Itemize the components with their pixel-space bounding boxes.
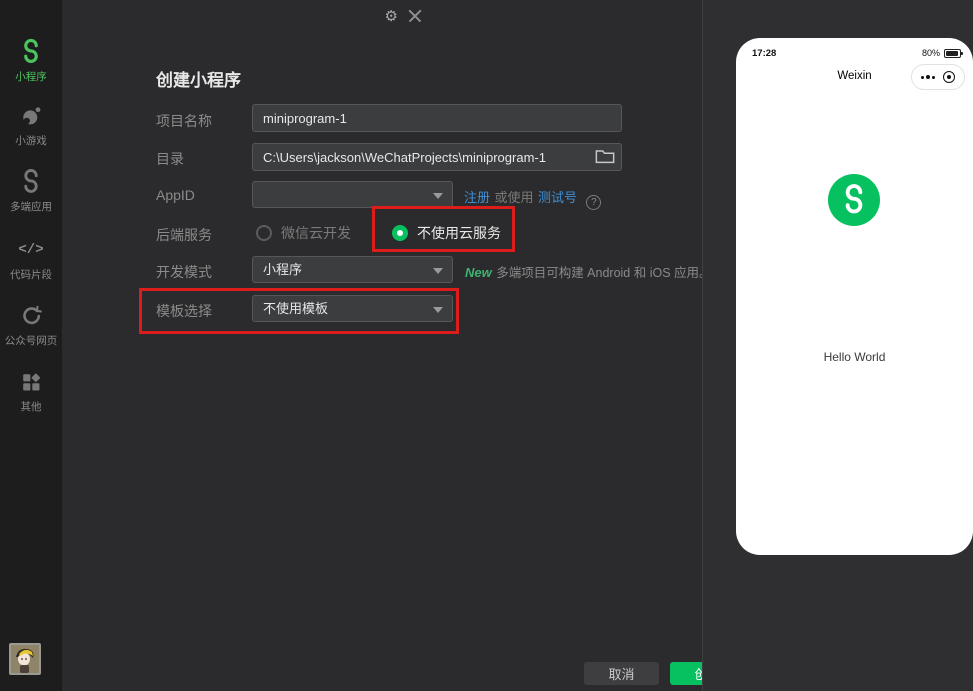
appid-label: AppID xyxy=(156,187,195,203)
radio-cloud-dev-label[interactable]: 微信云开发 xyxy=(281,225,351,241)
dev-mode-value: 小程序 xyxy=(263,262,303,277)
test-account-link[interactable]: 测试号 xyxy=(538,190,577,205)
simulator-panel: 17:28 80% Weixin Hello World xyxy=(702,0,973,691)
directory-label: 目录 xyxy=(156,151,184,167)
new-badge: New xyxy=(465,265,492,280)
miniprogram-icon xyxy=(0,38,62,66)
sidebar-item-label: 代码片段 xyxy=(10,269,52,281)
project-name-label: 项目名称 xyxy=(156,113,212,129)
home-circle-icon[interactable] xyxy=(943,71,956,83)
sidebar-item-label: 公众号网页 xyxy=(4,335,58,347)
more-menu-icon[interactable] xyxy=(920,75,935,79)
sidebar-item-official-account[interactable]: 公众号网页 xyxy=(0,302,62,348)
close-icon[interactable] xyxy=(406,7,424,25)
template-label: 模板选择 xyxy=(156,303,212,319)
sidebar-item-label: 小游戏 xyxy=(15,135,47,147)
official-account-icon xyxy=(0,302,62,330)
minigame-icon xyxy=(0,102,62,130)
status-time: 17:28 xyxy=(752,47,777,59)
template-dropdown[interactable]: 不使用模板 xyxy=(252,295,453,322)
sidebar-item-others[interactable]: 其他 xyxy=(0,368,62,414)
sidebar-item-multiplatform[interactable]: 多端应用 xyxy=(0,168,62,214)
dialog-title: 创建小程序 xyxy=(156,71,241,90)
battery-icon xyxy=(944,48,963,58)
dev-mode-dropdown[interactable]: 小程序 xyxy=(252,256,453,283)
template-value: 不使用模板 xyxy=(263,301,329,316)
radio-no-cloud[interactable] xyxy=(392,225,408,241)
or-use-text: 或使用 xyxy=(494,190,534,205)
phone-status-bar: 17:28 80% xyxy=(736,38,973,60)
others-grid-icon xyxy=(0,368,62,396)
battery-percent: 80% xyxy=(921,48,940,58)
chevron-down-icon xyxy=(433,193,443,199)
help-icon[interactable]: ? xyxy=(586,195,602,210)
capsule-menu[interactable] xyxy=(911,64,965,90)
phone-nav-bar: Weixin xyxy=(736,60,973,96)
sidebar-item-minigame[interactable]: 小游戏 xyxy=(0,102,62,148)
sidebar-item-miniprogram[interactable]: 小程序 xyxy=(0,38,62,84)
dev-mode-label: 开发模式 xyxy=(156,264,212,280)
sidebar-item-label: 小程序 xyxy=(15,71,47,83)
sidebar: 小程序 小游戏 多端应用 </> 代码片段 公众号网页 其他 xyxy=(0,0,62,691)
project-name-input[interactable] xyxy=(252,104,622,132)
settings-gear-icon[interactable]: ⚙ xyxy=(385,6,398,26)
miniprogram-logo[interactable] xyxy=(828,174,880,226)
register-link[interactable]: 注册 xyxy=(464,190,490,205)
appid-dropdown[interactable] xyxy=(252,181,453,208)
directory-input[interactable] xyxy=(252,143,622,171)
hello-world-text: Hello World xyxy=(823,350,886,364)
sidebar-item-label: 其他 xyxy=(20,401,42,413)
cancel-button[interactable]: 取消 xyxy=(584,662,659,685)
create-project-dialog: ⚙ 创建小程序 项目名称 目录 AppID 注册 或使用 测试号 ? 后端服务 … xyxy=(62,0,759,691)
sidebar-item-label: 多端应用 xyxy=(10,201,52,213)
phone-simulator: 17:28 80% Weixin Hello World xyxy=(736,38,973,555)
multiplatform-icon xyxy=(0,168,62,196)
chevron-down-icon xyxy=(433,268,443,274)
chevron-down-icon xyxy=(433,307,443,313)
folder-browse-icon[interactable] xyxy=(595,147,617,167)
code-snippet-icon: </> xyxy=(18,242,44,258)
backend-service-label: 后端服务 xyxy=(156,227,212,243)
radio-cloud-dev[interactable] xyxy=(256,225,272,241)
sidebar-item-code-snippet[interactable]: </> 代码片段 xyxy=(0,236,62,282)
dev-mode-note: 多端项目可构建 Android 和 iOS 应用。 xyxy=(496,266,712,280)
radio-no-cloud-label[interactable]: 不使用云服务 xyxy=(417,225,501,241)
user-avatar[interactable] xyxy=(9,643,41,675)
